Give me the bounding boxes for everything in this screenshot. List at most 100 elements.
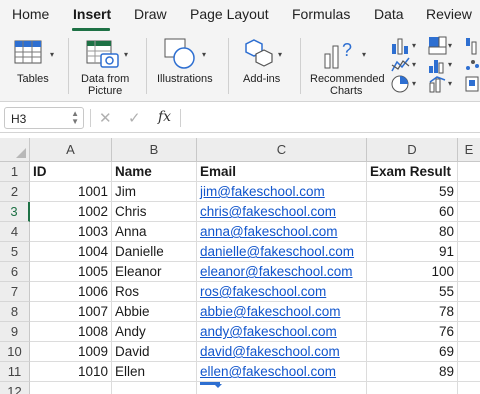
- cell-exam[interactable]: 80: [367, 222, 458, 242]
- cell-exam[interactable]: 91: [367, 242, 458, 262]
- row-header-7[interactable]: 7: [0, 282, 30, 302]
- cell-exam[interactable]: 60: [367, 202, 458, 222]
- row-header-6[interactable]: 6: [0, 262, 30, 282]
- cell-email[interactable]: anna@fakeschool.com: [197, 222, 367, 242]
- header-cell-name[interactable]: Name: [112, 162, 197, 182]
- row-header-12[interactable]: 12: [0, 382, 30, 394]
- tables-button[interactable]: ▾ Tables: [0, 32, 68, 102]
- data-from-picture-button[interactable]: ▾ Data from Picture: [72, 32, 142, 102]
- row-header-9[interactable]: 9: [0, 322, 30, 342]
- tab-formulas[interactable]: Formulas: [292, 6, 350, 22]
- confirm-icon[interactable]: ✓: [128, 109, 141, 127]
- cell-exam[interactable]: 78: [367, 302, 458, 322]
- cell-exam[interactable]: 69: [367, 342, 458, 362]
- cell-name[interactable]: Chris: [112, 202, 197, 222]
- statistic-chart-icon[interactable]: [428, 56, 448, 74]
- row-header-3[interactable]: 3: [0, 202, 30, 222]
- cell-id[interactable]: 1003: [30, 222, 112, 242]
- cell-email[interactable]: [197, 382, 367, 394]
- tab-review[interactable]: Review: [426, 6, 472, 22]
- combo-chart-icon[interactable]: [428, 74, 448, 94]
- waterfall-chart-icon[interactable]: [464, 36, 480, 56]
- row-header-4[interactable]: 4: [0, 222, 30, 242]
- cell-id[interactable]: 1002: [30, 202, 112, 222]
- cell-e[interactable]: [458, 162, 480, 182]
- column-header-a[interactable]: A: [30, 138, 112, 162]
- header-cell-exam[interactable]: Exam Result: [367, 162, 458, 182]
- cell-id[interactable]: 1006: [30, 282, 112, 302]
- cell-e[interactable]: [458, 222, 480, 242]
- cell-id[interactable]: [30, 382, 112, 394]
- line-chart-icon[interactable]: [390, 56, 412, 74]
- row-header-10[interactable]: 10: [0, 342, 30, 362]
- map-chart-icon[interactable]: [464, 74, 480, 94]
- cell-name[interactable]: Ros: [112, 282, 197, 302]
- cell-name[interactable]: Abbie: [112, 302, 197, 322]
- cell-e[interactable]: [458, 242, 480, 262]
- row-header-11[interactable]: 11: [0, 362, 30, 382]
- cell-e[interactable]: [458, 302, 480, 322]
- header-cell-id[interactable]: ID: [30, 162, 112, 182]
- header-cell-email[interactable]: Email: [197, 162, 367, 182]
- cell-e[interactable]: [458, 262, 480, 282]
- cell-e[interactable]: [458, 202, 480, 222]
- cell-id[interactable]: 1004: [30, 242, 112, 262]
- cell-email[interactable]: ros@fakeschool.com: [197, 282, 367, 302]
- cell-email[interactable]: jim@fakeschool.com: [197, 182, 367, 202]
- row-header-5[interactable]: 5: [0, 242, 30, 262]
- cell-exam[interactable]: 89: [367, 362, 458, 382]
- cell-e[interactable]: [458, 182, 480, 202]
- pie-chart-icon[interactable]: [390, 74, 412, 94]
- tab-data[interactable]: Data: [374, 6, 404, 22]
- cell-email[interactable]: danielle@fakeschool.com: [197, 242, 367, 262]
- autofill-options-icon[interactable]: [214, 384, 222, 388]
- cell-exam[interactable]: [367, 382, 458, 394]
- scatter-chart-icon[interactable]: [464, 56, 480, 74]
- cell-e[interactable]: [458, 382, 480, 394]
- name-box[interactable]: H3 ▲ ▼: [4, 107, 84, 129]
- cell-id[interactable]: 1001: [30, 182, 112, 202]
- cell-email[interactable]: abbie@fakeschool.com: [197, 302, 367, 322]
- name-box-spinner-icon[interactable]: ▲ ▼: [71, 110, 79, 126]
- cell-name[interactable]: Anna: [112, 222, 197, 242]
- cell-name[interactable]: Ellen: [112, 362, 197, 382]
- row-header-8[interactable]: 8: [0, 302, 30, 322]
- cell-e[interactable]: [458, 322, 480, 342]
- cell-name[interactable]: Eleanor: [112, 262, 197, 282]
- cell-id[interactable]: 1008: [30, 322, 112, 342]
- cell-exam[interactable]: 76: [367, 322, 458, 342]
- cell-e[interactable]: [458, 362, 480, 382]
- cell-email[interactable]: ellen@fakeschool.com: [197, 362, 367, 382]
- tab-page-layout[interactable]: Page Layout: [190, 6, 269, 22]
- cell-exam[interactable]: 59: [367, 182, 458, 202]
- tab-insert[interactable]: Insert: [73, 6, 111, 22]
- cell-e[interactable]: [458, 282, 480, 302]
- cell-email[interactable]: chris@fakeschool.com: [197, 202, 367, 222]
- cancel-icon[interactable]: ✕: [99, 109, 112, 127]
- cell-email[interactable]: eleanor@fakeschool.com: [197, 262, 367, 282]
- tab-draw[interactable]: Draw: [134, 6, 167, 22]
- select-all-corner[interactable]: [0, 138, 30, 162]
- add-ins-button[interactable]: ▾ Add-ins: [232, 32, 296, 102]
- cell-email[interactable]: david@fakeschool.com: [197, 342, 367, 362]
- column-header-b[interactable]: B: [112, 138, 197, 162]
- cell-id[interactable]: 1007: [30, 302, 112, 322]
- cell-e[interactable]: [458, 342, 480, 362]
- illustrations-button[interactable]: ▾ Illustrations: [150, 32, 224, 102]
- cell-name[interactable]: David: [112, 342, 197, 362]
- cell-name[interactable]: Jim: [112, 182, 197, 202]
- cell-id[interactable]: 1005: [30, 262, 112, 282]
- cell-name[interactable]: Andy: [112, 322, 197, 342]
- cell-id[interactable]: 1010: [30, 362, 112, 382]
- cell-email[interactable]: andy@fakeschool.com: [197, 322, 367, 342]
- hierarchy-chart-icon[interactable]: [428, 36, 448, 56]
- column-header-e[interactable]: E: [458, 138, 480, 162]
- column-header-d[interactable]: D: [367, 138, 458, 162]
- insert-function-button[interactable]: fx: [158, 109, 171, 125]
- row-header-1[interactable]: 1: [0, 162, 30, 182]
- row-header-2[interactable]: 2: [0, 182, 30, 202]
- cell-name[interactable]: [112, 382, 197, 394]
- tab-home[interactable]: Home: [12, 6, 49, 22]
- column-chart-icon[interactable]: [390, 36, 412, 56]
- recommended-charts-button[interactable]: ? ▾ Recommended Charts: [304, 32, 386, 102]
